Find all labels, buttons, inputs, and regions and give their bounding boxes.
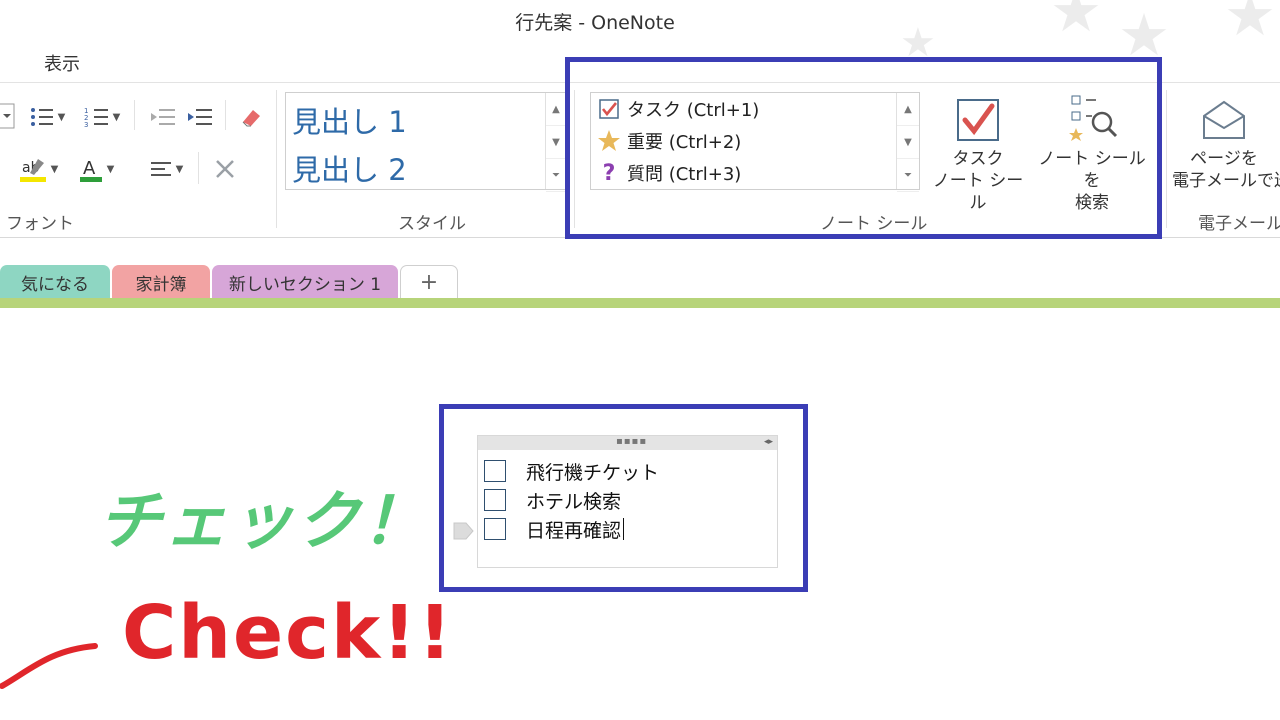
highlight-color-icon[interactable]: ab ▼ (10, 154, 66, 184)
paragraph-alignment-icon[interactable]: ▼ (142, 154, 190, 184)
highlight-box-tags (565, 57, 1162, 239)
decrease-indent-icon[interactable] (146, 102, 180, 132)
handwritten-annotation-japanese: チェック！ (98, 485, 428, 559)
add-section-tab[interactable]: + (400, 265, 458, 299)
scroll-down-icon[interactable]: ▼ (546, 126, 566, 159)
handwritten-stroke (0, 643, 98, 689)
font-color-icon[interactable]: A ▼ (70, 154, 122, 184)
style-heading-2[interactable]: 見出し 2 (292, 147, 407, 189)
toolbar-divider (225, 100, 226, 130)
increase-indent-icon[interactable] (183, 102, 217, 132)
menu-tab-view[interactable]: 表示 (44, 50, 80, 76)
section-color-bar (0, 298, 1280, 308)
group-label-email: 電子メール (1198, 214, 1280, 234)
envelope-icon (1168, 92, 1280, 148)
scroll-up-icon[interactable]: ▲ (546, 93, 566, 126)
highlight-box-note (439, 404, 808, 592)
styles-gallery-scroll[interactable]: ▲ ▼ ⏷ (545, 93, 566, 192)
group-separator (276, 90, 277, 228)
group-label-font: フォント (6, 214, 74, 234)
handwritten-annotation-english: Check!! (122, 590, 454, 676)
numbering-icon[interactable]: 1 2 3 ▼ (78, 102, 126, 132)
group-label-styles: スタイル (398, 214, 466, 234)
font-size-dropdown[interactable] (0, 101, 16, 131)
gallery-more-icon[interactable]: ⏷ (546, 159, 566, 192)
window-title: 行先案 - OneNote (515, 12, 675, 34)
section-tab-kininaru[interactable]: 気になる (0, 265, 110, 299)
style-heading-1[interactable]: 見出し 1 (292, 99, 407, 141)
svg-text:A: A (83, 158, 96, 179)
background-star-decoration: ★ (1224, 0, 1276, 49)
toolbar-divider (134, 100, 135, 130)
clear-formatting-eraser-icon[interactable] (236, 102, 266, 132)
section-tab-kakeibo[interactable]: 家計簿 (112, 265, 210, 299)
styles-gallery[interactable]: 見出し 1 見出し 2 ▲ ▼ ⏷ (285, 92, 567, 192)
toolbar-divider (198, 152, 199, 184)
email-button-line1: ページを (1190, 149, 1258, 169)
email-page-button[interactable]: ページを 電子メールで送 (1168, 92, 1280, 192)
group-separator (1166, 90, 1167, 228)
delete-icon[interactable] (208, 154, 242, 184)
email-button-line2: 電子メールで送 (1172, 171, 1280, 191)
section-tab-new-section[interactable]: 新しいセクション 1 (212, 265, 398, 299)
bullets-icon[interactable]: ▼ (24, 102, 70, 132)
svg-text:3: 3 (84, 121, 88, 128)
